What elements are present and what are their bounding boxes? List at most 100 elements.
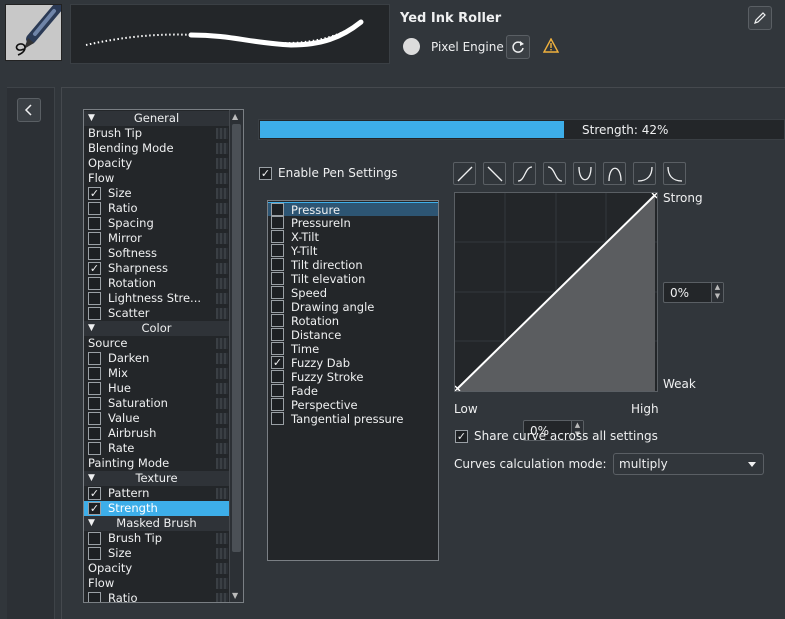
option-item[interactable]: Size xyxy=(84,546,229,561)
option-item[interactable]: Blending Mode xyxy=(84,141,229,156)
sensor-list[interactable]: Pressure PressureIn X-Tilt Y-Tilt Tilt direc… xyxy=(267,200,439,561)
sensor-item[interactable]: Speed xyxy=(268,286,438,300)
option-item[interactable]: ✓ Strength xyxy=(84,501,229,516)
sensor-checkbox[interactable] xyxy=(271,203,284,216)
sensor-checkbox[interactable] xyxy=(271,244,284,257)
option-group-header[interactable]: ▼ Masked Brush xyxy=(84,516,229,531)
sensor-item[interactable]: Rotation xyxy=(268,314,438,328)
option-checkbox[interactable] xyxy=(88,217,101,230)
option-item[interactable]: Airbrush xyxy=(84,426,229,441)
option-item[interactable]: ✓ Sharpness xyxy=(84,261,229,276)
share-curve-checkbox[interactable]: ✓ Share curve across all settings xyxy=(455,429,658,443)
option-item[interactable]: Hue xyxy=(84,381,229,396)
sensor-item[interactable]: X-Tilt xyxy=(268,230,438,244)
curve-preset-button[interactable] xyxy=(633,162,656,185)
sensor-item[interactable]: Drawing angle xyxy=(268,300,438,314)
option-checkbox[interactable]: ✓ xyxy=(88,487,101,500)
option-item[interactable]: Brush Tip xyxy=(84,126,229,141)
sensor-checkbox[interactable] xyxy=(271,272,284,285)
option-checkbox[interactable] xyxy=(88,442,101,455)
curve-preset-button[interactable] xyxy=(573,162,596,185)
curve-editor[interactable] xyxy=(454,192,658,392)
sensor-checkbox[interactable] xyxy=(271,230,284,243)
option-item[interactable]: Mirror xyxy=(84,231,229,246)
sensor-item[interactable]: Time xyxy=(268,342,438,356)
sensor-item[interactable]: Tangential pressure xyxy=(268,412,438,426)
sensor-item[interactable]: Distance xyxy=(268,328,438,342)
option-checkbox[interactable]: ✓ xyxy=(88,262,101,275)
collapse-triangle-icon[interactable]: ▼ xyxy=(88,516,95,531)
sensor-checkbox[interactable] xyxy=(271,398,284,411)
curve-y-spinbox[interactable]: 0% ▲ ▼ xyxy=(663,282,724,303)
option-checkbox[interactable] xyxy=(88,532,101,545)
option-checkbox[interactable]: ✓ xyxy=(88,187,101,200)
option-checkbox[interactable] xyxy=(88,397,101,410)
option-item[interactable]: Brush Tip xyxy=(84,531,229,546)
option-checkbox[interactable] xyxy=(88,202,101,215)
sensor-item[interactable]: Fade xyxy=(268,384,438,398)
curve-y-value[interactable]: 0% xyxy=(670,286,689,300)
curve-preset-button[interactable] xyxy=(513,162,536,185)
option-checkbox[interactable] xyxy=(88,247,101,260)
preset-thumbnail[interactable] xyxy=(5,2,63,61)
option-item[interactable]: Mix xyxy=(84,366,229,381)
option-checkbox[interactable] xyxy=(88,307,101,320)
sensor-item[interactable]: ✓ Fuzzy Dab xyxy=(268,356,438,370)
strength-slider[interactable]: Strength: 42% xyxy=(258,119,785,140)
sensor-item[interactable]: Y-Tilt xyxy=(268,244,438,258)
collapse-triangle-icon[interactable]: ▼ xyxy=(88,111,95,126)
spin-arrows-icon[interactable]: ▲ ▼ xyxy=(711,283,723,302)
option-item[interactable]: ✓ Size xyxy=(84,186,229,201)
curve-preset-button[interactable] xyxy=(663,162,686,185)
checkbox[interactable]: ✓ xyxy=(259,166,272,180)
option-item[interactable]: Opacity xyxy=(84,561,229,576)
option-item[interactable]: Lightness Stre... xyxy=(84,291,229,306)
option-checkbox[interactable] xyxy=(88,277,101,290)
sensor-checkbox[interactable] xyxy=(271,342,284,355)
sensor-checkbox[interactable] xyxy=(271,216,284,229)
brush-options-list[interactable]: ▼ General Brush Tip Blending Mode Opacity Flo… xyxy=(83,109,244,603)
sensor-checkbox[interactable] xyxy=(271,412,284,425)
option-checkbox[interactable] xyxy=(88,592,101,602)
option-item[interactable]: Ratio xyxy=(84,591,229,602)
curve-preset-button[interactable] xyxy=(543,162,566,185)
sensor-checkbox[interactable] xyxy=(271,328,284,341)
sensor-item[interactable]: Pressure xyxy=(268,202,438,217)
collapse-triangle-icon[interactable]: ▼ xyxy=(88,321,95,336)
option-checkbox[interactable] xyxy=(88,547,101,560)
calc-mode-select[interactable]: multiply xyxy=(613,453,764,475)
sensor-checkbox[interactable] xyxy=(271,384,284,397)
curve-preset-button[interactable] xyxy=(603,162,626,185)
edit-preset-button[interactable] xyxy=(748,6,772,30)
option-checkbox[interactable] xyxy=(88,292,101,305)
option-item[interactable]: Rate xyxy=(84,441,229,456)
option-checkbox[interactable] xyxy=(88,352,101,365)
option-checkbox[interactable] xyxy=(88,427,101,440)
option-item[interactable]: Value xyxy=(84,411,229,426)
sensor-checkbox[interactable] xyxy=(271,314,284,327)
sensor-checkbox[interactable] xyxy=(271,258,284,271)
reload-preset-button[interactable] xyxy=(506,35,530,59)
collapse-button[interactable] xyxy=(17,98,41,122)
option-item[interactable]: Painting Mode xyxy=(84,456,229,471)
option-checkbox[interactable] xyxy=(88,232,101,245)
checkbox[interactable]: ✓ xyxy=(455,429,468,443)
option-item[interactable]: Saturation xyxy=(84,396,229,411)
scroll-up-icon[interactable]: ▲ xyxy=(232,112,238,121)
option-item[interactable]: Scatter xyxy=(84,306,229,321)
option-item[interactable]: Softness xyxy=(84,246,229,261)
option-checkbox[interactable] xyxy=(88,382,101,395)
option-checkbox[interactable]: ✓ xyxy=(88,502,101,515)
sensor-item[interactable]: Tilt elevation xyxy=(268,272,438,286)
collapse-triangle-icon[interactable]: ▼ xyxy=(88,471,95,486)
options-scrollbar[interactable]: ▲ ▼ xyxy=(229,110,243,602)
sensor-item[interactable]: PressureIn xyxy=(268,216,438,230)
sensor-item[interactable]: Tilt direction xyxy=(268,258,438,272)
scrollbar-thumb[interactable] xyxy=(232,124,241,552)
enable-pen-settings-checkbox[interactable]: ✓ Enable Pen Settings xyxy=(259,166,398,180)
option-item[interactable]: Opacity xyxy=(84,156,229,171)
option-group-header[interactable]: ▼ General xyxy=(84,111,229,126)
option-item[interactable]: Darken xyxy=(84,351,229,366)
option-item[interactable]: Rotation xyxy=(84,276,229,291)
sensor-item[interactable]: Perspective xyxy=(268,398,438,412)
